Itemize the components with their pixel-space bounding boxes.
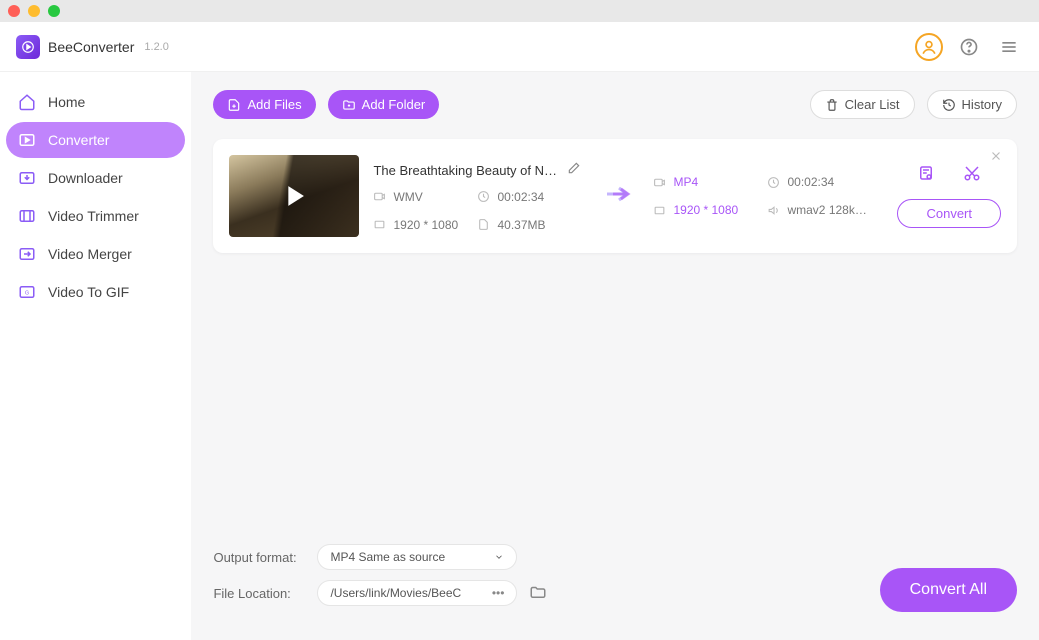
settings-icon[interactable] bbox=[917, 164, 935, 187]
open-folder-icon[interactable] bbox=[529, 583, 547, 604]
download-icon bbox=[18, 169, 36, 187]
home-icon bbox=[18, 93, 36, 111]
clear-list-button[interactable]: Clear List bbox=[810, 90, 915, 119]
window-titlebar bbox=[0, 0, 1039, 22]
history-icon bbox=[942, 98, 956, 112]
src-duration: 00:02:34 bbox=[477, 190, 587, 204]
clock-icon bbox=[477, 190, 490, 203]
history-button[interactable]: History bbox=[927, 90, 1017, 119]
conversion-arrow-icon bbox=[605, 184, 635, 209]
src-format: WMV bbox=[373, 190, 473, 204]
chevron-down-icon bbox=[494, 552, 504, 562]
sidebar-item-label: Video To GIF bbox=[48, 284, 129, 300]
add-folder-button[interactable]: Add Folder bbox=[328, 90, 440, 119]
audio-icon bbox=[767, 204, 780, 217]
add-files-button[interactable]: Add Files bbox=[213, 90, 315, 119]
file-title: The Breathtaking Beauty of N… bbox=[373, 163, 557, 178]
close-card-icon[interactable] bbox=[989, 149, 1003, 168]
sidebar-item-merger[interactable]: Video Merger bbox=[6, 236, 185, 272]
sidebar-item-label: Home bbox=[48, 94, 85, 110]
content-area: Add Files Add Folder Clear List History bbox=[191, 72, 1039, 640]
sidebar-item-converter[interactable]: Converter bbox=[6, 122, 185, 158]
dst-duration: 00:02:34 bbox=[767, 175, 877, 189]
clock-icon bbox=[767, 176, 780, 189]
app-version: 1.2.0 bbox=[144, 41, 168, 53]
sidebar-item-home[interactable]: Home bbox=[6, 84, 185, 120]
sidebar: Home Converter Downloader Video Trimmer … bbox=[0, 72, 191, 640]
sidebar-item-label: Video Trimmer bbox=[48, 208, 139, 224]
video-thumbnail[interactable] bbox=[229, 155, 359, 237]
sidebar-item-label: Video Merger bbox=[48, 246, 132, 262]
gif-icon: G bbox=[18, 283, 36, 301]
src-resolution: 1920 * 1080 bbox=[373, 218, 473, 232]
content-toolbar: Add Files Add Folder Clear List History bbox=[191, 72, 1039, 131]
file-location-field[interactable]: /Users/link/Movies/BeeC ••• bbox=[317, 580, 517, 606]
sidebar-item-gif[interactable]: G Video To GIF bbox=[6, 274, 185, 310]
window-close-button[interactable] bbox=[8, 5, 20, 17]
convert-button[interactable]: Convert bbox=[897, 199, 1001, 228]
sidebar-item-trimmer[interactable]: Video Trimmer bbox=[6, 198, 185, 234]
output-format-label: Output format: bbox=[213, 550, 305, 565]
convert-all-button[interactable]: Convert All bbox=[880, 568, 1017, 612]
app-header: BeeConverter 1.2.0 bbox=[0, 22, 1039, 72]
window-maximize-button[interactable] bbox=[48, 5, 60, 17]
svg-text:G: G bbox=[25, 290, 29, 296]
app-logo bbox=[16, 35, 40, 59]
help-icon[interactable] bbox=[955, 33, 983, 61]
video-icon bbox=[373, 190, 386, 203]
file-icon bbox=[477, 218, 490, 231]
output-format-select[interactable]: MP4 Same as source bbox=[317, 544, 517, 570]
folder-plus-icon bbox=[342, 98, 356, 112]
dst-audio: wmav2 128k… bbox=[767, 203, 877, 217]
cut-icon[interactable] bbox=[963, 164, 981, 187]
trash-icon bbox=[825, 98, 839, 112]
play-icon bbox=[277, 179, 311, 213]
sidebar-item-downloader[interactable]: Downloader bbox=[6, 160, 185, 196]
dst-resolution[interactable]: 1920 * 1080 bbox=[653, 203, 763, 217]
browse-path-icon[interactable]: ••• bbox=[492, 586, 505, 600]
sidebar-item-label: Downloader bbox=[48, 170, 123, 186]
account-icon[interactable] bbox=[915, 33, 943, 61]
file-plus-icon bbox=[227, 98, 241, 112]
sidebar-item-label: Converter bbox=[48, 132, 109, 148]
bottom-bar: Output format: MP4 Same as source File L… bbox=[191, 532, 1039, 640]
resolution-icon bbox=[373, 218, 386, 231]
file-card: The Breathtaking Beauty of N… WMV 00:02:… bbox=[213, 139, 1017, 253]
src-size: 40.37MB bbox=[477, 218, 587, 232]
window-minimize-button[interactable] bbox=[28, 5, 40, 17]
edit-title-icon[interactable] bbox=[567, 161, 581, 180]
merger-icon bbox=[18, 245, 36, 263]
video-icon bbox=[653, 176, 666, 189]
menu-icon[interactable] bbox=[995, 33, 1023, 61]
app-name: BeeConverter bbox=[48, 39, 134, 55]
converter-icon bbox=[18, 131, 36, 149]
file-location-label: File Location: bbox=[213, 586, 305, 601]
dst-format[interactable]: MP4 bbox=[653, 175, 763, 189]
trimmer-icon bbox=[18, 207, 36, 225]
resolution-icon bbox=[653, 204, 666, 217]
